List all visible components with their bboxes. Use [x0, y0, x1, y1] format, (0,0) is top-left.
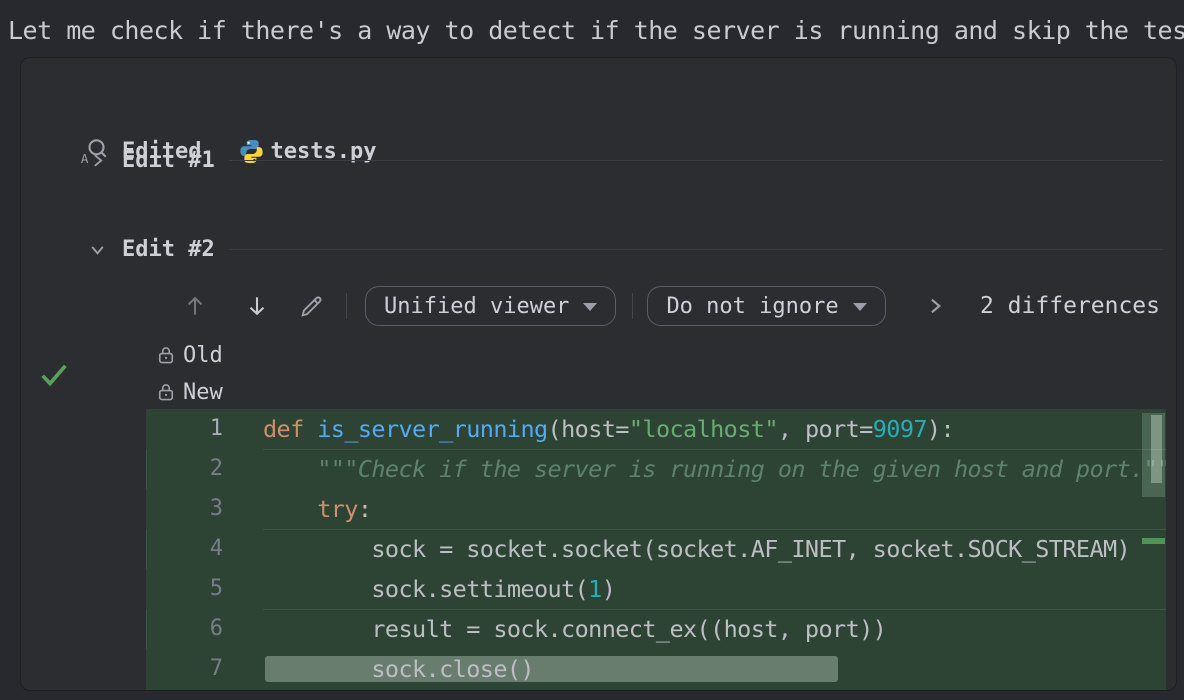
code-text: def is_server_running(host="localhost", …	[263, 409, 1166, 449]
toolbar-separator	[346, 293, 347, 319]
code-line: 2 """Check if the server is running on t…	[146, 449, 1166, 489]
edit-2-header[interactable]: Edit #2	[89, 233, 1163, 265]
code-lines: 1def is_server_running(host="localhost",…	[146, 409, 1166, 689]
edit-1-header[interactable]: Edit #1	[89, 144, 1163, 176]
previous-difference-button[interactable]	[180, 291, 210, 321]
diff-code-editor: 1def is_server_running(host="localhost",…	[146, 409, 1166, 690]
code-line: 7 sock.close()	[146, 649, 1166, 689]
line-number: 6	[146, 609, 263, 649]
new-file-header: New	[156, 379, 223, 405]
scrollbar-diff-marker	[1142, 538, 1165, 544]
triangle-down-icon	[853, 303, 867, 311]
code-text: sock = socket.socket(socket.AF_INET, soc…	[263, 529, 1166, 569]
svg-text:A: A	[81, 151, 89, 166]
code-line: 6 result = sock.connect_ex((host, port))	[146, 609, 1166, 649]
ignore-policy-value: Do not ignore	[666, 294, 838, 319]
line-number: 4	[146, 529, 263, 569]
old-label: Old	[183, 343, 223, 368]
code-text: """Check if the server is running on the…	[263, 449, 1166, 489]
section-divider	[229, 160, 1163, 161]
line-number: 1	[146, 409, 263, 449]
code-text: sock.close()	[263, 649, 1166, 689]
line-number: 5	[146, 569, 263, 609]
next-difference-button[interactable]	[242, 291, 272, 321]
differences-count: 2 differences	[980, 293, 1160, 319]
section-divider	[229, 249, 1163, 250]
viewer-mode-value: Unified viewer	[384, 294, 569, 319]
vertical-scrollbar-thumb[interactable]	[1142, 413, 1165, 497]
old-file-header: Old	[156, 342, 223, 368]
line-number: 3	[146, 489, 263, 529]
lock-icon	[156, 345, 176, 365]
vertical-scrollbar-thumb-inner	[1151, 415, 1162, 483]
code-text: sock.settimeout(1)	[263, 569, 1166, 609]
viewer-mode-dropdown[interactable]: Unified viewer	[365, 286, 616, 326]
code-line: 5 sock.settimeout(1)	[146, 569, 1166, 609]
checkmark-icon	[37, 358, 71, 392]
new-label: New	[183, 380, 223, 405]
triangle-down-icon	[583, 303, 597, 311]
line-number: 2	[146, 449, 263, 489]
code-line: 4 sock = socket.socket(socket.AF_INET, s…	[146, 529, 1166, 569]
code-text: try:	[263, 489, 1166, 529]
line-number: 7	[146, 649, 263, 689]
show-differences-chevron-icon[interactable]	[920, 291, 950, 321]
pencil-icon[interactable]	[296, 291, 326, 321]
edit-1-label: Edit #1	[122, 148, 215, 173]
toolbar-separator	[632, 293, 633, 319]
diff-toolbar: Unified viewer Do not ignore 2 differenc…	[166, 286, 1160, 326]
chevron-right-icon	[89, 152, 106, 169]
code-line: 3 try:	[146, 489, 1166, 529]
code-line: 1def is_server_running(host="localhost",…	[146, 409, 1166, 449]
vertical-scrollbar[interactable]	[1141, 409, 1166, 690]
edited-file-panel: A Edited tests.py Edit #1	[20, 57, 1177, 691]
lock-icon	[156, 382, 176, 402]
code-text: result = sock.connect_ex((host, port))	[263, 609, 1166, 649]
chat-message: Let me check if there's a way to detect …	[8, 16, 1184, 45]
edit-2-label: Edit #2	[122, 237, 215, 262]
chevron-down-icon	[89, 241, 106, 258]
ignore-policy-dropdown[interactable]: Do not ignore	[647, 286, 885, 326]
